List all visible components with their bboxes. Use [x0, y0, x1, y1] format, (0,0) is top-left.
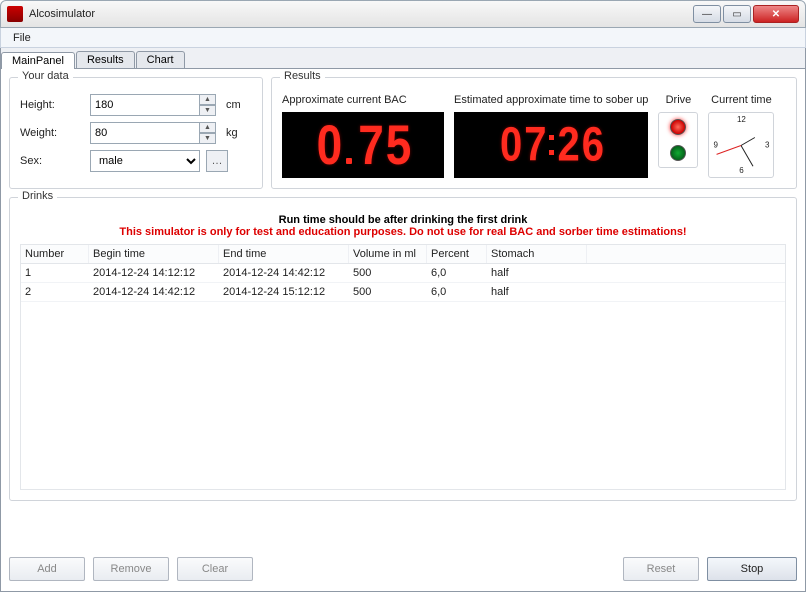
col-end[interactable]: End time	[219, 245, 349, 263]
titlebar: Alcosimulator — ▭ ✕	[0, 0, 806, 28]
minimize-button[interactable]: —	[693, 5, 721, 23]
drinks-table: Number Begin time End time Volume in ml …	[20, 244, 786, 490]
groupbox-results: Results Approximate current BAC 0 7 5 Es…	[271, 77, 797, 189]
clock-caption: Current time	[711, 94, 772, 110]
col-begin[interactable]: Begin time	[89, 245, 219, 263]
notice-disclaimer: This simulator is only for test and educ…	[20, 226, 786, 238]
groupbox-yourdata: Your data Height: ▲▼ cm Weight: ▲▼ kg Se…	[9, 77, 263, 189]
table-header: Number Begin time End time Volume in ml …	[21, 245, 785, 264]
table-row[interactable]: 1 2014-12-24 14:12:12 2014-12-24 14:42:1…	[21, 264, 785, 283]
clear-button[interactable]: Clear	[177, 557, 253, 581]
yourdata-legend: Your data	[18, 70, 73, 82]
bac-caption: Approximate current BAC	[282, 94, 444, 110]
height-input[interactable]	[90, 94, 200, 116]
close-button[interactable]: ✕	[753, 5, 799, 23]
add-button[interactable]: Add	[9, 557, 85, 581]
client-area: Your data Height: ▲▼ cm Weight: ▲▼ kg Se…	[0, 69, 806, 592]
tabstrip: MainPanel Results Chart	[0, 48, 806, 69]
col-stomach[interactable]: Stomach	[487, 245, 587, 263]
weight-down[interactable]: ▼	[200, 133, 216, 144]
weight-label: Weight:	[20, 127, 90, 139]
window-buttons: — ▭ ✕	[693, 5, 799, 23]
notice-runtime: Run time should be after drinking the fi…	[20, 214, 786, 226]
colon-icon	[549, 135, 554, 155]
groupbox-drinks: Drinks Run time should be after drinking…	[9, 197, 797, 501]
sober-caption: Estimated approximate time to sober up	[454, 94, 648, 110]
drinks-legend: Drinks	[18, 190, 57, 202]
reset-button[interactable]: Reset	[623, 557, 699, 581]
tab-mainpanel[interactable]: MainPanel	[1, 52, 75, 69]
remove-button[interactable]: Remove	[93, 557, 169, 581]
bac-display: 0 7 5	[282, 112, 444, 178]
maximize-button[interactable]: ▭	[723, 5, 751, 23]
tab-chart[interactable]: Chart	[136, 51, 185, 68]
red-light-icon	[670, 119, 686, 135]
stop-button[interactable]: Stop	[707, 557, 797, 581]
drive-indicator	[658, 112, 698, 168]
hour-hand	[741, 137, 755, 146]
sober-display: 0 7 2 6	[454, 112, 648, 178]
sex-select[interactable]: male	[90, 150, 200, 172]
second-hand	[717, 145, 742, 155]
weight-unit: kg	[226, 127, 238, 139]
tab-results[interactable]: Results	[76, 51, 135, 68]
height-down[interactable]: ▼	[200, 105, 216, 116]
weight-up[interactable]: ▲	[200, 122, 216, 133]
table-row[interactable]: 2 2014-12-24 14:42:12 2014-12-24 15:12:1…	[21, 283, 785, 302]
menu-file[interactable]: File	[7, 30, 37, 46]
decimal-dot-icon	[346, 158, 352, 164]
window-title: Alcosimulator	[29, 8, 693, 20]
button-bar: Add Remove Clear Reset Stop	[9, 557, 797, 581]
height-up[interactable]: ▲	[200, 94, 216, 105]
app-icon	[7, 6, 23, 22]
sex-ellipsis-button[interactable]: …	[206, 150, 228, 172]
menubar: File	[0, 28, 806, 48]
weight-input[interactable]	[90, 122, 200, 144]
analog-clock: 12 3 6 9	[708, 112, 774, 178]
col-number[interactable]: Number	[21, 245, 89, 263]
col-volume[interactable]: Volume in ml	[349, 245, 427, 263]
minute-hand	[741, 145, 754, 166]
height-label: Height:	[20, 99, 90, 111]
sex-label: Sex:	[20, 155, 90, 167]
green-light-icon	[670, 145, 686, 161]
results-legend: Results	[280, 70, 325, 82]
col-percent[interactable]: Percent	[427, 245, 487, 263]
drive-caption: Drive	[666, 94, 692, 110]
height-unit: cm	[226, 99, 241, 111]
